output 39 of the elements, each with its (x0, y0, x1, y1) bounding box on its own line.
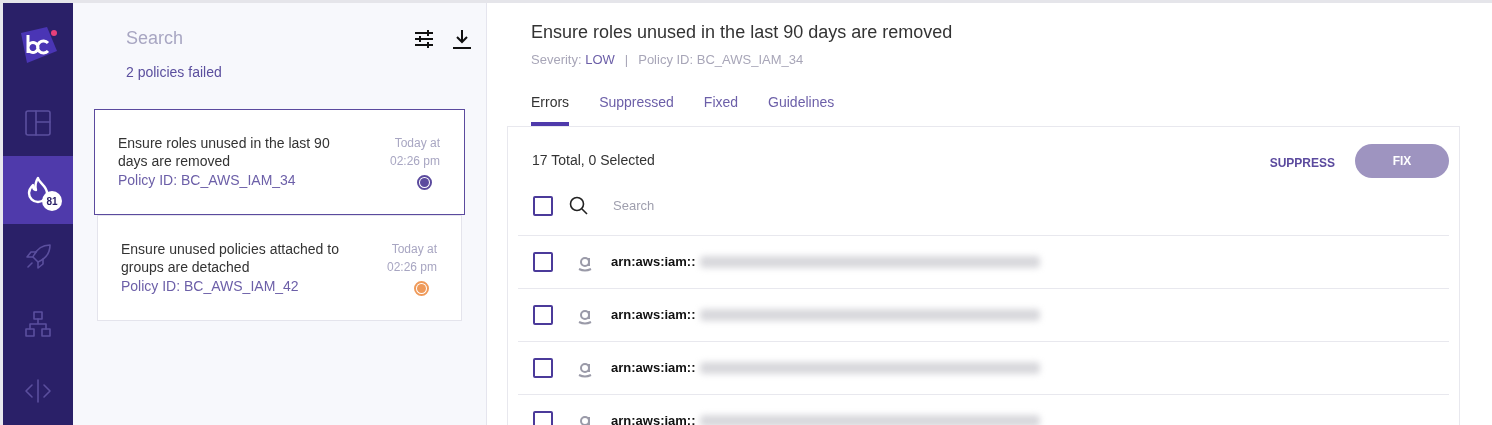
checkbox[interactable] (533, 304, 553, 325)
rocket-icon (24, 243, 52, 272)
total-count: 17 Total, 0 Selected (532, 151, 656, 170)
severity-label: Severity: LOW (531, 51, 615, 69)
policy-title: Ensure roles unused in the last 90 days are removed (118, 134, 331, 170)
filter-icon[interactable] (414, 29, 434, 49)
count-badge: 81 (42, 191, 62, 212)
resource-arn: arn:aws:iam:: (611, 411, 696, 425)
policy-title: Ensure unused policies attached to groups are detached (121, 240, 340, 276)
separator: | (624, 51, 629, 69)
resource-arn: arn:aws:iam:: (611, 305, 696, 324)
search-icon (569, 196, 589, 216)
checkbox[interactable] (533, 251, 553, 272)
code-icon (24, 377, 52, 406)
timestamp: Today at 02:26 pm (385, 241, 437, 276)
policy-card[interactable]: Ensure roles unused in the last 90 days are removed Policy ID: BC_AWS_IAM_34 Today at 02:26 pm (94, 109, 465, 215)
failed-count: 2 policies failed (126, 63, 223, 82)
checkbox[interactable] (533, 357, 553, 378)
resource-arn: arn:aws:iam:: (611, 252, 696, 271)
sidebar-item[interactable]: 81 (3, 156, 73, 224)
dashboard-icon (24, 108, 52, 137)
suppress-button[interactable]: SUPPRESS (1269, 153, 1335, 172)
tab[interactable]: Fixed (703, 91, 739, 126)
hierarchy-icon (24, 310, 52, 339)
checkbox[interactable] (533, 410, 553, 425)
tab[interactable]: Suppressed (599, 91, 674, 126)
policy-id: Policy ID: BC_AWS_IAM_42 (121, 277, 300, 296)
tab[interactable]: Errors (531, 91, 570, 126)
resource-arn: arn:aws:iam:: (611, 358, 696, 377)
tab[interactable]: Guidelines (768, 91, 835, 126)
search-field[interactable]: Search (126, 25, 326, 52)
policy-card[interactable]: Ensure unused policies attached to groups are detached Policy ID: BC_AWS_IAM_42 Today at 02:26 pm (97, 215, 462, 321)
policy-id: Policy ID: BC_AWS_IAM_34 (638, 51, 804, 69)
download-icon[interactable] (452, 29, 472, 49)
search-field[interactable]: Search (613, 196, 789, 216)
policy-id: Policy ID: BC_AWS_IAM_34 (118, 171, 297, 190)
policy-heading: Ensure roles unused in the last 90 days are removed (531, 21, 954, 44)
checkbox[interactable] (533, 196, 553, 216)
timestamp: Today at 02:26 pm (388, 135, 440, 170)
